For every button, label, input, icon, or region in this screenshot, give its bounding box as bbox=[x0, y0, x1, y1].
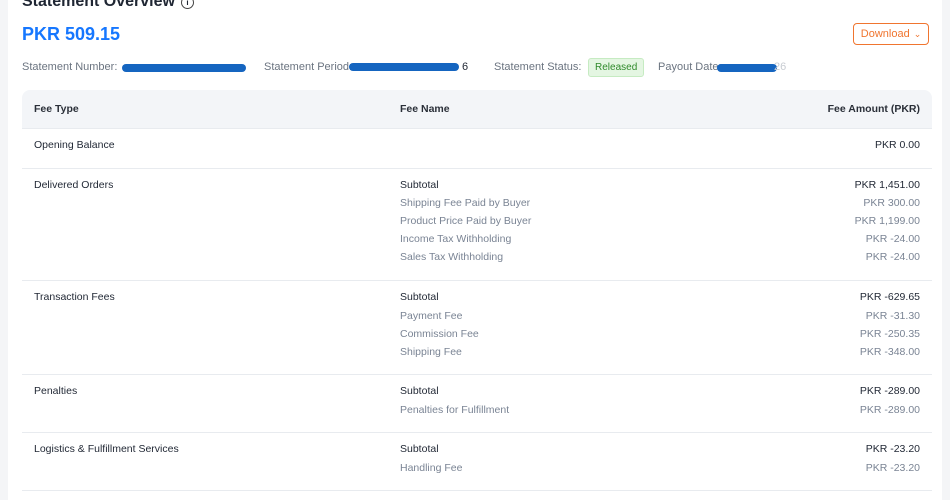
statement-status-label: Statement Status: bbox=[494, 61, 582, 73]
info-icon[interactable]: i bbox=[180, 0, 194, 9]
fee-name: Shipping Fee Paid by Buyer bbox=[400, 197, 531, 209]
fee-amount: PKR 1,451.00 bbox=[854, 179, 920, 191]
fee-name: Handling Fee bbox=[400, 462, 463, 474]
fee-table: Fee Type Fee Name Fee Amount (PKR) Openi… bbox=[22, 90, 932, 500]
statement-meta: Statement Number: Statement Period: 6 St… bbox=[22, 58, 932, 77]
fee-amount: PKR -348.00 bbox=[859, 346, 920, 358]
page-title: Statement Overview i bbox=[22, 0, 194, 11]
statement-period-redaction bbox=[349, 63, 459, 71]
fee-amount: PKR -23.20 bbox=[865, 462, 920, 474]
fee-name: Subtotal bbox=[400, 179, 439, 191]
fee-name: Penalties for Fulfillment bbox=[400, 404, 510, 416]
statement-period-tail: 6 bbox=[462, 61, 469, 73]
fee-amount: PKR -289.00 bbox=[859, 385, 920, 397]
download-button[interactable]: Download ⌄ bbox=[853, 23, 929, 45]
fee-amount: PKR -23.20 bbox=[865, 443, 920, 455]
fee-name: Payment Fee bbox=[400, 310, 463, 322]
fee-amount: PKR 300.00 bbox=[863, 197, 920, 209]
fee-name: Subtotal bbox=[400, 385, 439, 397]
fee-name: Subtotal bbox=[400, 443, 439, 455]
statement-period-label: Statement Period: bbox=[264, 61, 353, 73]
fee-amount: PKR 0.00 bbox=[875, 139, 920, 151]
fee-amount: PKR -629.65 bbox=[859, 291, 920, 303]
page-title-text: Statement Overview bbox=[22, 0, 175, 10]
header-fee-type: Fee Type bbox=[34, 103, 79, 115]
fee-name: Product Price Paid by Buyer bbox=[400, 215, 532, 227]
table-row: Transaction Fees Subtotal PKR -629.65 Pay… bbox=[22, 281, 932, 375]
table-row: Penalties Subtotal PKR -289.00 Penalties … bbox=[22, 375, 932, 433]
fee-amount: PKR -24.00 bbox=[865, 251, 920, 263]
header-fee-amount: Fee Amount (PKR) bbox=[827, 103, 920, 115]
payout-date-tail: 26 bbox=[774, 61, 787, 73]
statement-number-label: Statement Number: bbox=[22, 61, 118, 73]
header-fee-name: Fee Name bbox=[400, 103, 450, 115]
payout-date-redaction bbox=[717, 64, 777, 72]
payout-date-label: Payout Date: bbox=[658, 61, 722, 73]
fee-amount: PKR -31.30 bbox=[865, 310, 920, 322]
fee-amount: PKR 1,199.00 bbox=[854, 215, 920, 227]
fee-name: Commission Fee bbox=[400, 328, 479, 340]
fee-name: Income Tax Withholding bbox=[400, 233, 512, 245]
chevron-down-icon: ⌄ bbox=[913, 28, 922, 39]
fee-amount: PKR -24.00 bbox=[865, 233, 920, 245]
fee-amount: PKR -250.35 bbox=[859, 328, 920, 340]
fee-name: Subtotal bbox=[400, 291, 439, 303]
fee-name: Shipping Fee bbox=[400, 346, 462, 358]
table-row: Logistics & Fulfillment Services Subtota… bbox=[22, 433, 932, 491]
statement-number-redaction bbox=[122, 64, 246, 72]
table-row: Delivered Orders Subtotal PKR 1,451.00 Sh… bbox=[22, 169, 932, 281]
table-header: Fee Type Fee Name Fee Amount (PKR) bbox=[22, 90, 932, 129]
fee-amount: PKR -289.00 bbox=[859, 404, 920, 416]
table-row: Opening Balance PKR 0.00 bbox=[22, 129, 932, 169]
download-button-label: Download bbox=[860, 28, 910, 40]
status-badge: Released bbox=[588, 58, 645, 77]
statement-amount: PKR 509.15 bbox=[22, 24, 121, 44]
statement-card: Statement Overview i PKR 509.15 Download… bbox=[8, 0, 942, 500]
fee-name: Sales Tax Withholding bbox=[400, 251, 504, 263]
fee-type: Opening Balance bbox=[34, 139, 115, 151]
